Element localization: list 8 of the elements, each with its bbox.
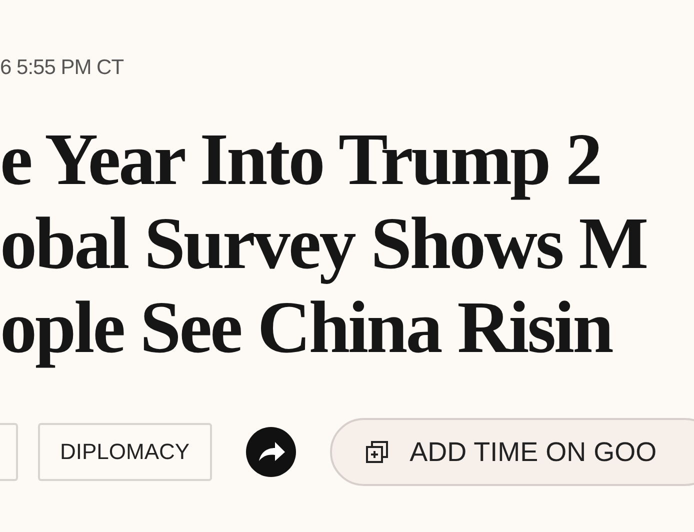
- timestamp: 6 5:55 PM CT: [0, 56, 124, 80]
- headline-line: ople See China Risin: [0, 286, 612, 370]
- add-calendar-icon: [364, 439, 390, 465]
- tag-button[interactable]: DIPLOMACY: [38, 423, 212, 481]
- add-to-calendar-button[interactable]: ADD TIME ON GOO: [330, 418, 694, 486]
- share-icon[interactable]: [246, 427, 296, 477]
- headline-line: e Year Into Trump 2: [0, 118, 601, 202]
- headline-line: obal Survey Shows M: [0, 202, 647, 286]
